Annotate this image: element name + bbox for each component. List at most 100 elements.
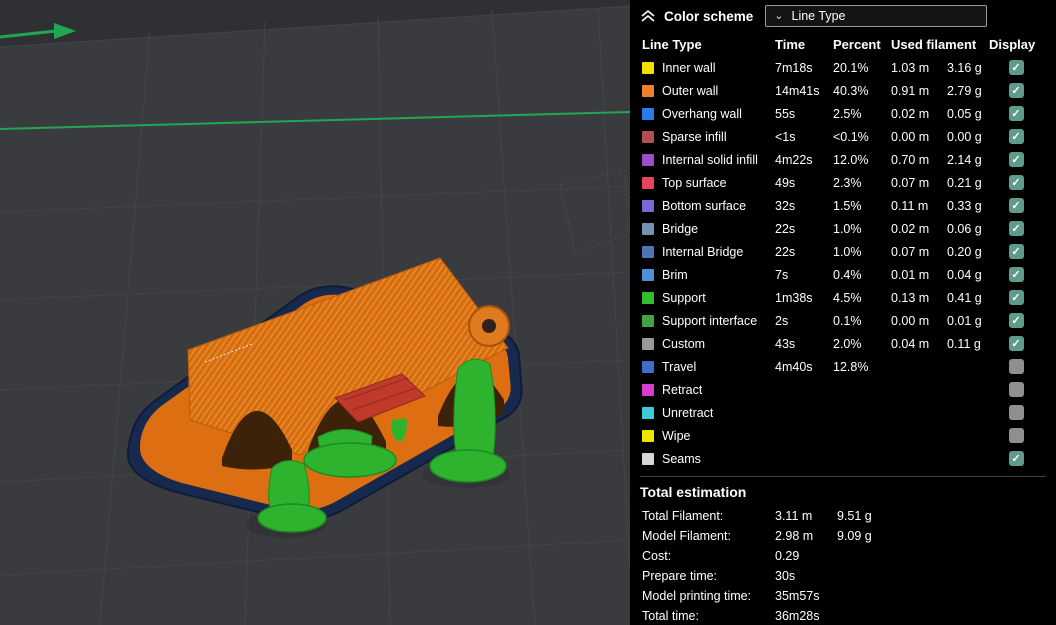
line-type-color-swatch <box>642 291 654 304</box>
table-row: Brim 7s 0.4% 0.01 m 0.04 g ✓ <box>642 263 1056 286</box>
chevron-double-up-icon[interactable] <box>640 9 656 23</box>
total-label: Prepare time: <box>642 569 718 583</box>
line-type-rows: Inner wall 7m18s 20.1% 1.03 m 3.16 g ✓ O… <box>630 56 1056 470</box>
total-row: Cost: 0.29 <box>642 546 1056 566</box>
time-value: 7m18s <box>775 60 813 75</box>
column-header-display: Display <box>989 36 1036 52</box>
panel-header: Color scheme ⌄ Line Type <box>630 0 1056 32</box>
time-value: 32s <box>775 198 796 213</box>
total-value-1: 2.98 m <box>775 529 814 543</box>
display-checkbox[interactable]: ✓ <box>1008 451 1024 466</box>
total-label: Total time: <box>642 609 699 623</box>
line-type-color-swatch <box>642 406 654 419</box>
display-checkbox[interactable]: ✓ <box>1008 244 1024 259</box>
view-mode-dropdown[interactable]: ⌄ Line Type <box>765 5 988 27</box>
line-type-label: Internal Bridge <box>662 244 744 259</box>
total-value-2: 9.09 g <box>837 529 872 543</box>
table-row: Internal Bridge 22s 1.0% 0.07 m 0.20 g ✓ <box>642 240 1056 263</box>
line-type-color-swatch <box>642 176 654 189</box>
percent-value: 1.5% <box>833 198 862 213</box>
time-value: 22s <box>775 221 796 236</box>
used-filament-meters: 0.02 m <box>891 106 930 121</box>
line-type-color-swatch <box>642 337 654 350</box>
viewport-canvas[interactable] <box>0 0 630 625</box>
totals-rows: Total Filament: 3.11 m 9.51 g Model Fila… <box>630 506 1056 625</box>
display-checkbox[interactable] <box>1008 405 1024 420</box>
time-value: 55s <box>775 106 796 121</box>
display-checkbox[interactable] <box>1008 428 1024 443</box>
line-type-color-swatch <box>642 84 654 97</box>
used-filament-meters: 0.07 m <box>891 244 930 259</box>
table-row: Retract <box>642 378 1056 401</box>
display-checkbox[interactable] <box>1008 359 1024 374</box>
percent-value: 0.4% <box>833 267 862 282</box>
total-value-1: 0.29 <box>775 549 800 563</box>
line-type-label: Brim <box>662 267 688 282</box>
display-checkbox[interactable]: ✓ <box>1008 313 1024 328</box>
table-row: Support 1m38s 4.5% 0.13 m 0.41 g ✓ <box>642 286 1056 309</box>
color-scheme-panel: Color scheme ⌄ Line Type Line Type Time … <box>630 0 1056 625</box>
table-header: Line Type Time Percent Used filament Dis… <box>630 32 1056 56</box>
table-row: Overhang wall 55s 2.5% 0.02 m 0.05 g ✓ <box>642 102 1056 125</box>
display-checkbox[interactable]: ✓ <box>1008 290 1024 305</box>
display-checkbox[interactable] <box>1008 382 1024 397</box>
line-type-color-swatch <box>642 199 654 212</box>
used-filament-meters: 0.04 m <box>891 336 930 351</box>
table-row: Bridge 22s 1.0% 0.02 m 0.06 g ✓ <box>642 217 1056 240</box>
used-filament-grams: 0.20 g <box>947 244 982 259</box>
total-value-1: 30s <box>775 569 796 583</box>
used-filament-grams: 2.79 g <box>947 83 982 98</box>
total-label: Cost: <box>642 549 672 563</box>
line-type-color-swatch <box>642 268 654 281</box>
used-filament-grams: 3.16 g <box>947 60 982 75</box>
table-row: Top surface 49s 2.3% 0.07 m 0.21 g ✓ <box>642 171 1056 194</box>
line-type-color-swatch <box>642 107 654 120</box>
panel-title: Color scheme <box>664 8 754 24</box>
table-row: Travel 4m40s 12.8% <box>642 355 1056 378</box>
display-checkbox[interactable]: ✓ <box>1008 267 1024 282</box>
model-hole <box>482 319 496 333</box>
dropdown-selected-value: Line Type <box>791 9 846 23</box>
total-value-1: 3.11 m <box>775 509 813 523</box>
display-checkbox[interactable]: ✓ <box>1008 221 1024 236</box>
table-row: Bottom surface 32s 1.5% 0.11 m 0.33 g ✓ <box>642 194 1056 217</box>
used-filament-grams: 2.14 g <box>947 152 982 167</box>
line-type-label: Seams <box>662 451 701 466</box>
time-value: <1s <box>775 129 796 144</box>
time-value: 22s <box>775 244 796 259</box>
line-type-label: Retract <box>662 382 703 397</box>
total-row: Prepare time: 30s <box>642 566 1056 586</box>
line-type-label: Custom <box>662 336 706 351</box>
total-row: Total Filament: 3.11 m 9.51 g <box>642 506 1056 526</box>
line-type-label: Support interface <box>662 313 758 328</box>
used-filament-grams: 0.33 g <box>947 198 982 213</box>
used-filament-grams: 0.05 g <box>947 106 982 121</box>
time-value: 1m38s <box>775 290 813 305</box>
line-type-color-swatch <box>642 429 654 442</box>
display-checkbox[interactable]: ✓ <box>1008 336 1024 351</box>
time-value: 14m41s <box>775 83 820 98</box>
total-label: Model Filament: <box>642 529 731 543</box>
display-checkbox[interactable]: ✓ <box>1008 129 1024 144</box>
total-value-2: 9.51 g <box>837 509 872 523</box>
total-value-1: 36m28s <box>775 609 820 623</box>
used-filament-meters: 0.02 m <box>891 221 930 236</box>
table-row: Sparse infill <1s <0.1% 0.00 m 0.00 g ✓ <box>642 125 1056 148</box>
display-checkbox[interactable]: ✓ <box>1008 175 1024 190</box>
display-checkbox[interactable]: ✓ <box>1008 60 1024 75</box>
line-type-color-swatch <box>642 360 654 373</box>
total-label: Total Filament: <box>642 509 724 523</box>
display-checkbox[interactable]: ✓ <box>1008 198 1024 213</box>
line-type-color-swatch <box>642 245 654 258</box>
percent-value: 4.5% <box>833 290 862 305</box>
used-filament-grams: 0.11 g <box>947 336 981 351</box>
line-type-label: Overhang wall <box>662 106 742 121</box>
totals-title: Total estimation <box>640 484 747 500</box>
line-type-color-swatch <box>642 222 654 235</box>
table-row: Seams ✓ <box>642 447 1056 470</box>
viewport-3d[interactable] <box>0 0 630 625</box>
total-value-1: 35m57s <box>775 589 820 603</box>
display-checkbox[interactable]: ✓ <box>1008 83 1024 98</box>
display-checkbox[interactable]: ✓ <box>1008 152 1024 167</box>
display-checkbox[interactable]: ✓ <box>1008 106 1024 121</box>
